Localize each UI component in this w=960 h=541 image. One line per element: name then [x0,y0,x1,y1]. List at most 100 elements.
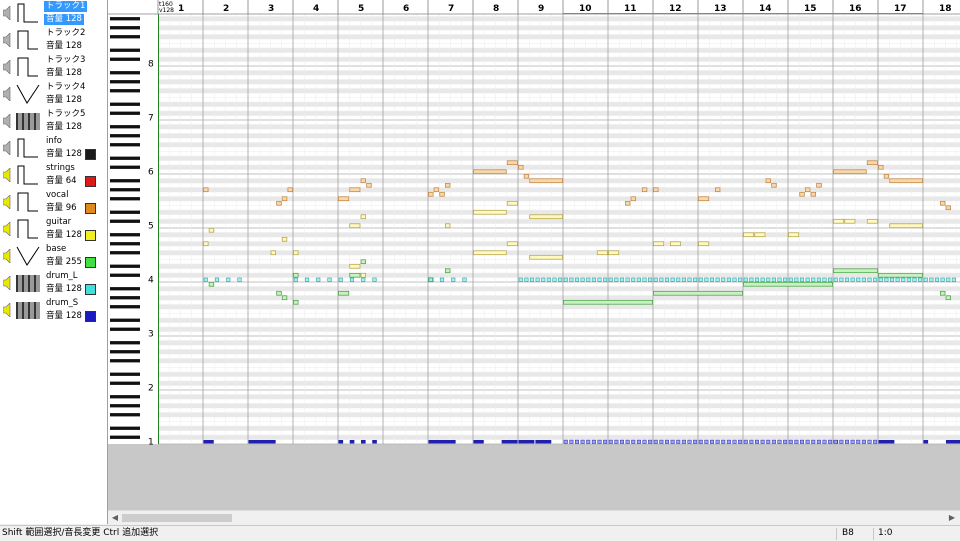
black-key[interactable] [110,210,140,214]
note-drum-S[interactable] [518,440,535,444]
track-row[interactable]: guitar 音量 128 [0,216,107,243]
note-drum-S[interactable] [653,439,658,444]
black-key[interactable] [110,188,140,192]
note-drum-S[interactable] [811,439,816,444]
piano-roll-canvas[interactable]: 87654321t160v128 1 2 3 4 5 6 7 8 9 10 11 12 13 14 15 16 1… [108,0,960,510]
black-key[interactable] [110,426,140,430]
note-vocal[interactable] [883,173,890,179]
note-drum-S[interactable] [839,439,844,444]
measure-number[interactable]: 13 [714,4,727,14]
note-drum-S[interactable] [704,439,709,444]
note-drum-L[interactable] [895,277,900,282]
note-guitar[interactable] [788,232,800,238]
note-drum-S[interactable] [636,439,641,444]
speaker-icon[interactable] [3,114,11,128]
black-key[interactable] [110,305,140,309]
track-name[interactable]: base [44,244,68,255]
track-volume[interactable]: 音量 128 [44,149,84,160]
note-drum-L[interactable] [777,277,782,282]
horizontal-scrollbar[interactable]: ◀ ▶ [108,510,960,525]
note-guitar[interactable] [506,200,518,206]
note-guitar[interactable] [670,241,681,247]
note-drum-S[interactable] [535,440,552,444]
black-key[interactable] [110,80,140,84]
note-drum-L[interactable] [608,277,613,282]
black-key[interactable] [110,57,140,61]
measure-number[interactable]: 9 [538,4,544,14]
note-drum-L[interactable] [788,277,793,282]
note-drum-S[interactable] [670,439,675,444]
black-key[interactable] [110,219,140,223]
note-strings[interactable] [208,281,215,287]
note-drum-L[interactable] [546,277,551,282]
speaker-icon[interactable] [3,87,11,101]
note-vocal[interactable] [529,178,563,184]
note-drum-L[interactable] [951,277,956,282]
track-row[interactable]: トラック5 音量 128 [0,108,107,135]
waveform-icon[interactable] [16,29,40,51]
black-key[interactable] [110,350,140,354]
note-strings[interactable] [833,268,878,274]
note-drum-L[interactable] [693,277,698,282]
note-drum-L[interactable] [524,277,529,282]
note-drum-L[interactable] [439,277,445,282]
note-drum-L[interactable] [934,277,940,282]
note-drum-S[interactable] [681,439,686,444]
note-guitar[interactable] [844,218,856,224]
black-key[interactable] [110,251,140,255]
note-drum-L[interactable] [760,277,765,282]
measure-number[interactable]: 6 [403,4,409,14]
note-drum-S[interactable] [738,439,743,444]
track-name[interactable]: drum_L [44,271,80,282]
note-drum-L[interactable] [642,277,647,282]
note-drum-L[interactable] [619,277,625,282]
note-drum-S[interactable] [777,439,782,444]
note-drum-S[interactable] [878,440,895,444]
scroll-left-icon[interactable]: ◀ [109,512,121,524]
track-volume[interactable]: 音量 64 [44,176,79,187]
black-key[interactable] [110,264,140,268]
note-drum-L[interactable] [771,277,776,282]
note-drum-L[interactable] [535,277,540,282]
measure-number[interactable]: 7 [448,4,454,14]
note-guitar[interactable] [866,218,878,224]
note-vocal[interactable] [653,187,659,193]
note-drum-L[interactable] [676,277,681,282]
note-vocal[interactable] [287,187,293,193]
note-drum-L[interactable] [293,277,298,282]
scroll-right-icon[interactable]: ▶ [946,512,958,524]
note-drum-L[interactable] [850,277,855,282]
black-key[interactable] [110,48,140,52]
measure-number[interactable]: 17 [894,4,907,14]
note-vocal[interactable] [715,187,721,193]
speaker-icon[interactable] [3,6,11,20]
note-vocal[interactable] [338,196,350,202]
speaker-icon[interactable] [3,141,11,155]
note-drum-L[interactable] [946,277,951,282]
black-key[interactable] [110,143,140,147]
black-key[interactable] [110,296,140,300]
measure-number[interactable]: 8 [493,4,499,14]
waveform-icon[interactable] [16,164,40,186]
note-guitar[interactable] [529,214,563,220]
note-drum-S[interactable] [794,439,799,444]
note-drum-S[interactable] [828,439,833,444]
note-strings[interactable] [743,281,833,287]
note-drum-S[interactable] [614,439,619,444]
black-key[interactable] [110,242,140,246]
measure-number[interactable]: 4 [313,4,319,14]
note-guitar[interactable] [743,232,755,238]
note-guitar[interactable] [889,223,923,229]
note-strings[interactable] [349,272,361,278]
track-volume[interactable]: 音量 255 [44,257,84,268]
note-drum-L[interactable] [670,277,675,282]
note-drum-S[interactable] [591,439,596,444]
note-drum-L[interactable] [833,277,838,282]
measure-number[interactable]: 5 [358,4,364,14]
note-vocal[interactable] [630,196,636,202]
black-key[interactable] [110,17,140,21]
note-vocal[interactable] [439,191,445,197]
note-guitar[interactable] [270,250,276,256]
note-drum-S[interactable] [203,440,214,444]
note-drum-L[interactable] [541,277,546,282]
